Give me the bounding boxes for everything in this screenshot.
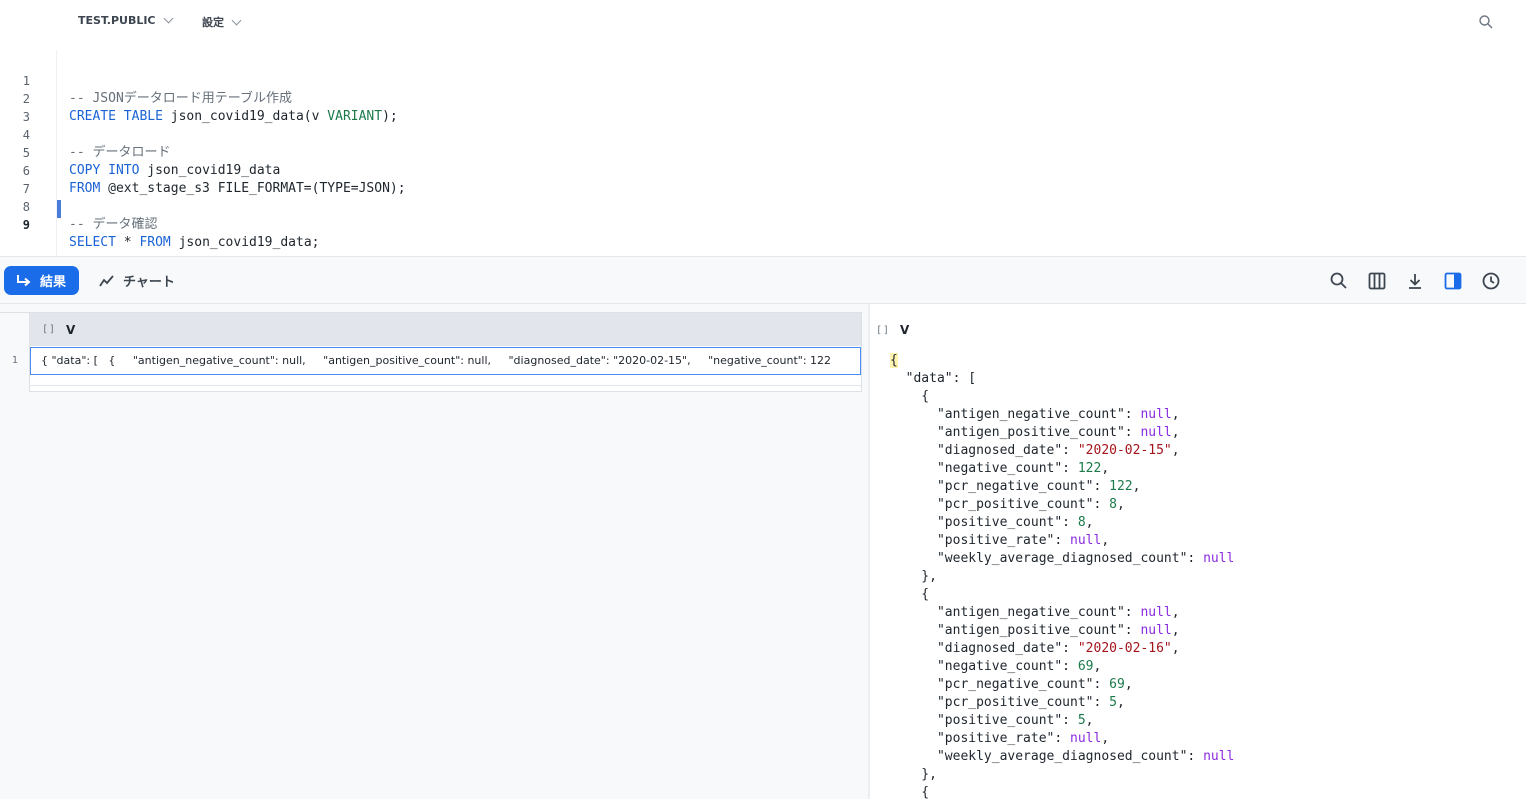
row-number: 1 xyxy=(11,355,19,366)
detail-column-name: V xyxy=(900,323,910,337)
detail-header: [] V xyxy=(876,323,909,337)
json-line: "negative_count": 69, xyxy=(890,659,1102,674)
code-line[interactable]: 3 xyxy=(0,90,1526,124)
code-line[interactable]: 8 -- データ確認 xyxy=(0,180,1526,232)
json-line: "diagnosed_date": "2020-02-15", xyxy=(890,443,1180,458)
json-line: "positive_rate": null, xyxy=(890,533,1110,548)
json-line: }, xyxy=(890,767,937,782)
json-line: "antigen_positive_count": null, xyxy=(890,623,1180,638)
code-text: -- データ確認 xyxy=(69,217,158,232)
column-header-v[interactable]: [] V xyxy=(30,313,861,346)
results-arrow-icon xyxy=(17,274,31,286)
cell-detail-panel: [] V { "data": [ { "antigen_negative_cou… xyxy=(870,304,1526,799)
json-line: "positive_count": 5, xyxy=(890,713,1094,728)
row-number-column xyxy=(0,313,30,392)
variant-type-icon: [] xyxy=(42,324,57,335)
settings-label: 設定 xyxy=(202,16,224,29)
search-icon[interactable] xyxy=(1329,271,1349,291)
row-divider xyxy=(30,385,861,386)
chart-line-icon xyxy=(99,274,114,286)
search-icon[interactable] xyxy=(1478,14,1494,30)
json-line: "weekly_average_diagnosed_count": null xyxy=(890,749,1235,764)
chevron-down-icon xyxy=(163,13,173,24)
code-line[interactable]: 1 -- JSONデータロード用テーブル作成 xyxy=(0,54,1526,106)
line-number: 9 xyxy=(22,218,30,232)
json-line: { xyxy=(890,785,930,799)
json-line: "pcr_positive_count": 8, xyxy=(890,497,1125,512)
json-line: }, xyxy=(890,569,937,584)
json-line: { xyxy=(890,389,930,404)
code-line[interactable]: 2 CREATE TABLE json_covid19_data(v VARIA… xyxy=(0,72,1526,124)
json-line: "positive_count": 8, xyxy=(890,515,1094,530)
table-cell[interactable]: { "data": [ { "antigen_negative_count": … xyxy=(30,347,861,375)
chart-tab-label: チャート xyxy=(123,275,175,290)
chevron-down-icon xyxy=(231,15,242,25)
code-line[interactable]: 9 SELECT * FROM json_covid19_data; xyxy=(0,198,1526,250)
json-line: "pcr_negative_count": 122, xyxy=(890,479,1141,494)
results-grid-area: [] V 1 { "data": [ { "antigen_negative_c… xyxy=(0,304,868,799)
results-toolbar: 結果 チャート xyxy=(0,256,1526,304)
split-panel-icon[interactable] xyxy=(1443,271,1463,291)
code-line[interactable]: 5 COPY INTO json_covid19_data xyxy=(0,126,1526,178)
code-line[interactable]: 4 -- データロード xyxy=(0,108,1526,160)
code-line[interactable]: 7 xyxy=(0,162,1526,196)
json-line: "antigen_positive_count": null, xyxy=(890,425,1180,440)
json-line: "negative_count": 122, xyxy=(890,461,1110,476)
sql-editor[interactable]: 1 -- JSONデータロード用テーブル作成 2 CREATE TABLE js… xyxy=(0,50,1526,256)
json-line: "weekly_average_diagnosed_count": null xyxy=(890,551,1235,566)
history-icon[interactable] xyxy=(1481,271,1501,291)
chart-tab[interactable]: チャート xyxy=(99,266,175,295)
json-line: "data": [ xyxy=(890,371,977,386)
code-text: SELECT * FROM json_covid19_data; xyxy=(69,235,320,250)
results-grid: [] V 1 { "data": [ { "antigen_negative_c… xyxy=(0,312,862,392)
json-line: "antigen_negative_count": null, xyxy=(890,605,1180,620)
code-line[interactable]: 6 FROM @ext_stage_s3 FILE_FORMAT=(TYPE=J… xyxy=(0,144,1526,196)
context-label: TEST.PUBLIC xyxy=(78,14,156,27)
json-line: "diagnosed_date": "2020-02-16", xyxy=(890,641,1180,656)
json-line: "positive_rate": null, xyxy=(890,731,1110,746)
json-viewer[interactable]: { "data": [ { "antigen_negative_count": … xyxy=(890,352,1234,799)
column-name: V xyxy=(66,322,76,337)
json-line: "pcr_negative_count": 69, xyxy=(890,677,1133,692)
results-tab-label: 結果 xyxy=(40,275,67,290)
variant-type-icon: [] xyxy=(876,324,891,336)
json-line: { xyxy=(890,587,930,602)
json-line: { xyxy=(890,353,898,368)
top-bar: TEST.PUBLIC 設定 xyxy=(0,0,1526,44)
results-tab[interactable]: 結果 xyxy=(4,266,79,295)
settings-menu[interactable]: 設定 xyxy=(202,14,242,30)
json-line: "antigen_negative_count": null, xyxy=(890,407,1180,422)
context-selector[interactable]: TEST.PUBLIC xyxy=(78,13,173,27)
columns-icon[interactable] xyxy=(1367,271,1387,291)
download-icon[interactable] xyxy=(1405,271,1425,291)
json-line: "pcr_positive_count": 5, xyxy=(890,695,1125,710)
